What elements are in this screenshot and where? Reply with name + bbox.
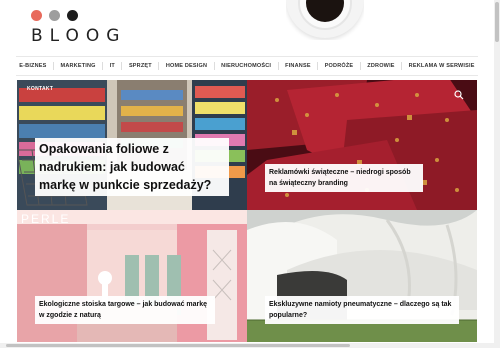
article-tile[interactable]: Ekskluzywne namioty pneumatyczne – dlacz…	[247, 210, 477, 342]
site-logo[interactable]: BLOOG	[31, 26, 126, 46]
logo-dot-gray	[49, 10, 60, 21]
nav-item-e-biznes[interactable]: E-BIZNES	[19, 63, 46, 69]
vertical-scrollbar-thumb[interactable]	[495, 2, 499, 42]
nav-item-finanse[interactable]: FINANSE	[285, 63, 311, 69]
nav-item-nieruchomosci[interactable]: NIERUCHOMOŚCI	[221, 63, 271, 69]
nav-item-reklama[interactable]: REKLAMA W SERWISIE	[409, 63, 475, 69]
nav-separator	[401, 62, 403, 70]
nav-separator	[53, 62, 55, 70]
nav-separator	[359, 62, 361, 70]
article-tile[interactable]: PERLE Ekologiczne stoiska targowe – jak …	[17, 210, 247, 342]
site-header: BLOOG	[0, 0, 500, 56]
booth-sign: PERLE	[21, 212, 71, 226]
nav-separator	[102, 62, 104, 70]
main-nav: E-BIZNES MARKETING IT SPRZĘT HOME DESIGN…	[16, 56, 478, 76]
coffee-cup-decoration	[286, 0, 364, 40]
vertical-scrollbar[interactable]	[494, 0, 500, 348]
article-title[interactable]: Reklamówki świąteczne – niedrogi sposób …	[265, 164, 423, 192]
nav-item-sprzet[interactable]: SPRZĘT	[129, 63, 152, 69]
nav-separator	[277, 62, 279, 70]
nav-item-zdrowie[interactable]: ZDROWIE	[367, 63, 394, 69]
article-tile[interactable]: KONTAKT Opakowania foliowe z nadrukiem: …	[17, 80, 247, 210]
nav-separator	[317, 62, 319, 70]
logo-dot-red	[31, 10, 42, 21]
logo-dots	[31, 10, 78, 21]
nav-item-podroze[interactable]: PODRÓŻE	[325, 63, 354, 69]
nav-separator	[121, 62, 123, 70]
article-title[interactable]: Ekskluzywne namioty pneumatyczne – dlacz…	[265, 296, 459, 324]
nav-separator	[213, 62, 215, 70]
horizontal-scrollbar-thumb[interactable]	[6, 344, 350, 347]
article-title[interactable]: Ekologiczne stoiska targowe – jak budowa…	[35, 296, 215, 324]
horizontal-scrollbar[interactable]	[0, 343, 494, 348]
nav-separator	[158, 62, 160, 70]
logo-dot-black	[67, 10, 78, 21]
nav-item-marketing[interactable]: MARKETING	[61, 63, 96, 69]
article-grid: KONTAKT Opakowania foliowe z nadrukiem: …	[17, 80, 477, 342]
article-title[interactable]: Opakowania foliowe z nadrukiem: jak budo…	[35, 138, 229, 196]
article-tile[interactable]: Reklamówki świąteczne – niedrogi sposób …	[247, 80, 477, 210]
nav-item-home-design[interactable]: HOME DESIGN	[166, 63, 207, 69]
search-icon[interactable]	[454, 87, 464, 100]
contact-label[interactable]: KONTAKT	[27, 86, 53, 92]
nav-item-it[interactable]: IT	[110, 63, 115, 69]
